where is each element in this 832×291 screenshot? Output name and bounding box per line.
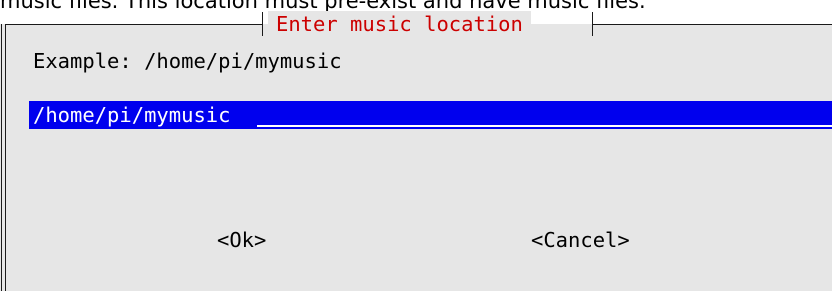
music-location-dialog: Enter music location Example: /home/pi/m… [0, 11, 832, 291]
dialog-border-top-right [592, 24, 832, 25]
example-label: Example: /home/pi/mymusic [33, 49, 342, 73]
title-tee-right [592, 12, 593, 36]
terminal-screen: music files. This location must pre-exis… [0, 0, 832, 291]
input-underline [257, 125, 832, 127]
dialog-border-top-left [5, 24, 262, 25]
dialog-border-left-outer [1, 24, 2, 291]
cancel-button[interactable]: <Cancel> [531, 227, 630, 253]
dialog-border-left-inner [5, 24, 6, 291]
music-location-input-value[interactable]: /home/pi/mymusic [33, 101, 230, 129]
dialog-title: Enter music location [268, 11, 531, 37]
title-tee-left [262, 12, 263, 36]
music-location-input[interactable]: /home/pi/mymusic [29, 101, 832, 129]
ok-button[interactable]: <Ok> [217, 227, 266, 253]
